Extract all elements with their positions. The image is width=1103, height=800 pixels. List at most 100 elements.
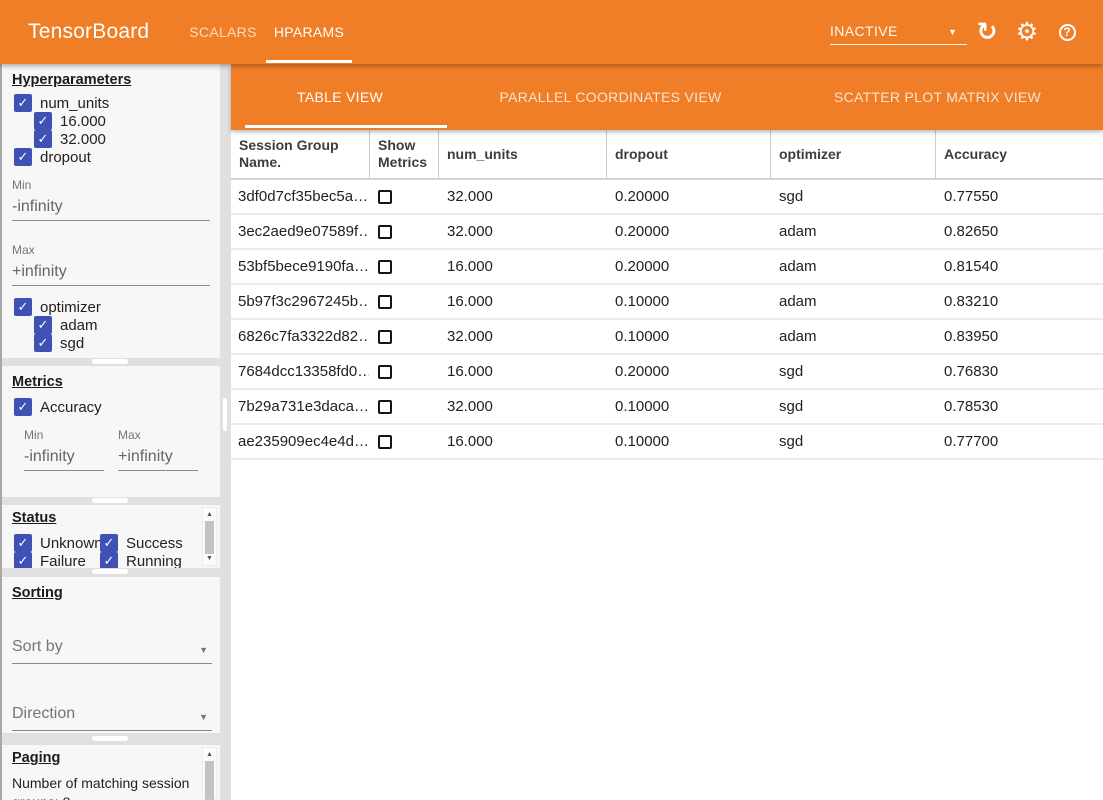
show-metrics-checkbox[interactable] [378,435,392,449]
num-units-value: 32.000 [438,188,606,205]
show-metrics-checkbox[interactable] [378,330,392,344]
accuracy-value: 0.77700 [935,433,1103,450]
direction-value: Direction [12,705,75,722]
num-units-checkbox-row: ✓ num_units [14,94,220,112]
accuracy-checkbox[interactable]: ✓ [14,398,32,416]
tab-hparams[interactable]: HPARAMS [266,0,352,64]
session-group-name: 53bf5bece9190fa… [231,258,369,275]
status-panel: Status ✓ Unknown ✓ Success ✓ Failure ✓ R… [2,505,220,568]
optimizer-value: adam [770,293,935,310]
status-heading: Status [12,510,220,526]
min-input[interactable]: -infinity [24,448,104,471]
chevron-down-icon: ▼ [199,712,208,722]
status-unknown-checkbox[interactable]: ✓ [14,534,32,552]
panel-resize-handle[interactable] [92,736,128,741]
show-metrics-checkbox[interactable] [378,190,392,204]
show-metrics-checkbox[interactable] [378,400,392,414]
num-units-16-checkbox[interactable]: ✓ [34,112,52,130]
status-running-label: Running [126,553,182,569]
accuracy-checkbox-row: ✓ Accuracy [14,398,220,416]
status-success-checkbox[interactable]: ✓ [100,534,118,552]
settings-button[interactable]: ⚙ [1007,0,1047,64]
num-units-value: 16.000 [438,258,606,275]
num-units-checkbox[interactable]: ✓ [14,94,32,112]
dropout-label: dropout [40,149,91,166]
sidebar-resize-handle[interactable] [223,398,227,431]
panel-resize-handle[interactable] [92,569,128,574]
sorting-panel: Sorting Sort by ▼ Direction ▼ [2,577,220,733]
table-row: 3ec2aed9e07589f… 32.000 0.20000 adam 0.8… [231,215,1103,250]
status-failure-checkbox[interactable]: ✓ [14,552,32,568]
optimizer-checkbox-row: ✓ optimizer [14,298,220,316]
status-scrollbar[interactable]: ▲ ▼ [202,507,217,566]
dropout-value: 0.10000 [606,328,770,345]
tab-scatter-plot-matrix-view[interactable]: SCATTER PLOT MATRIX VIEW [772,64,1103,130]
optimizer-sgd-checkbox[interactable]: ✓ [34,334,52,352]
paging-scrollbar[interactable]: ▲ [202,747,217,798]
scroll-down-icon[interactable]: ▼ [203,553,216,564]
show-metrics-checkbox[interactable] [378,365,392,379]
tab-scalars-label: SCALARS [189,24,256,40]
dropdown-underline [830,44,967,45]
help-icon: ? [1059,24,1076,41]
tab-scalars[interactable]: SCALARS [180,0,266,64]
column-header-accuracy: Accuracy [935,130,1103,178]
status-unknown-label: Unknown [40,535,103,552]
optimizer-value: sgd [770,363,935,380]
dropout-value: 0.10000 [606,433,770,450]
sorting-heading: Sorting [12,585,220,601]
dropout-checkbox[interactable]: ✓ [14,148,32,166]
gear-icon: ⚙ [1016,20,1038,45]
show-metrics-cell [369,190,438,204]
show-metrics-checkbox[interactable] [378,225,392,239]
tab-table-view[interactable]: TABLE VIEW [231,64,449,130]
refresh-button[interactable]: ↻ [967,0,1007,64]
show-metrics-cell [369,260,438,274]
scroll-up-icon[interactable]: ▲ [203,509,216,520]
sidebar-main-divider [220,64,231,800]
table-row: 5b97f3c2967245b… 16.000 0.10000 adam 0.8… [231,285,1103,320]
tab-scatter-plot-matrix-label: SCATTER PLOT MATRIX VIEW [834,89,1041,105]
num-units-16-label: 16.000 [60,113,106,130]
accuracy-value: 0.78530 [935,398,1103,415]
scrollbar-thumb[interactable] [205,521,214,554]
optimizer-adam-checkbox[interactable]: ✓ [34,316,52,334]
max-input[interactable]: +infinity [118,448,198,471]
show-metrics-checkbox[interactable] [378,260,392,274]
direction-select[interactable]: Direction ▼ [12,703,212,731]
dropout-value: 0.20000 [606,258,770,275]
tab-parallel-coordinates-view[interactable]: PARALLEL COORDINATES VIEW [449,64,772,130]
accuracy-value: 0.81540 [935,258,1103,275]
reload-status-dropdown[interactable]: INACTIVE ▼ [830,0,967,64]
status-running-checkbox[interactable]: ✓ [100,552,118,568]
table-row: ae235909ec4e4d… 16.000 0.10000 sgd 0.777… [231,425,1103,460]
panel-resize-handle[interactable] [92,498,128,503]
optimizer-checkbox[interactable]: ✓ [14,298,32,316]
min-input[interactable]: -infinity [12,198,210,221]
hyperparameters-panel: Hyperparameters ✓ num_units ✓ 16.000 ✓ 3… [2,64,220,358]
optimizer-sgd-label: sgd [60,335,84,352]
optimizer-adam-label: adam [60,317,98,334]
show-metrics-cell [369,225,438,239]
paging-heading: Paging [12,750,220,766]
show-metrics-checkbox[interactable] [378,295,392,309]
metrics-panel: Metrics ✓ Accuracy Min -infinity Max +in… [2,366,220,497]
status-failure-label: Failure [40,553,86,569]
show-metrics-cell [369,295,438,309]
session-group-name: 3ec2aed9e07589f… [231,223,369,240]
max-input[interactable]: +infinity [12,263,210,286]
hparams-sidebar: Hyperparameters ✓ num_units ✓ 16.000 ✓ 3… [0,64,220,800]
sort-by-select[interactable]: Sort by ▼ [12,636,212,664]
accuracy-max-field: Max +infinity [118,428,198,471]
scroll-up-icon[interactable]: ▲ [203,749,216,760]
num-units-value: 32.000 [438,398,606,415]
min-label: Min [12,178,210,192]
column-header-dropout: dropout [606,130,770,178]
help-button[interactable]: ? [1047,0,1087,64]
refresh-icon: ↻ [977,20,998,45]
num-units-32-checkbox[interactable]: ✓ [34,130,52,148]
panel-resize-handle[interactable] [92,359,128,364]
accuracy-label: Accuracy [40,399,102,416]
session-group-name: 7b29a731e3daca… [231,398,369,415]
scrollbar-thumb[interactable] [205,761,214,800]
